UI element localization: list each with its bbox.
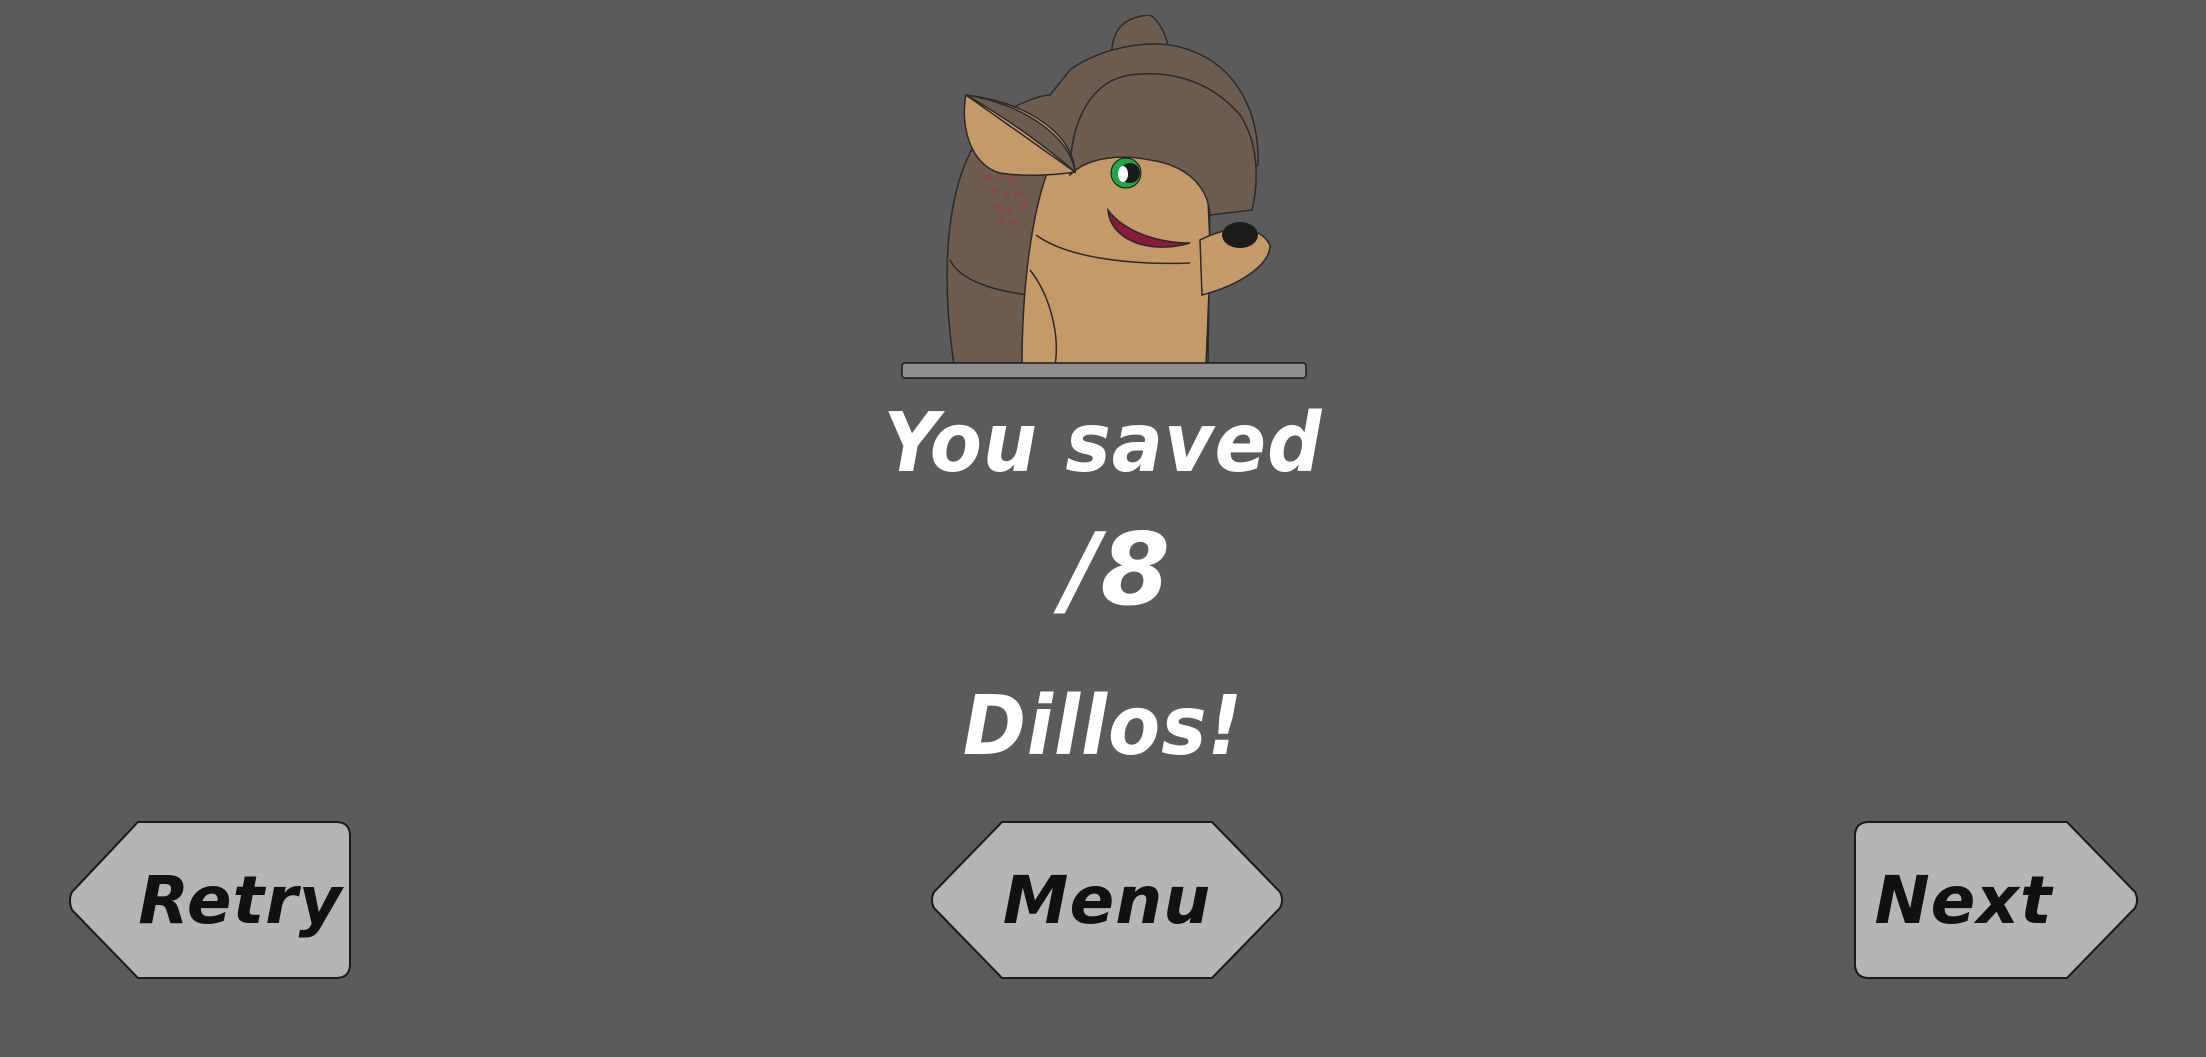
next-button[interactable]: Next bbox=[1853, 820, 2139, 980]
armadillo-mascot bbox=[901, 15, 1307, 379]
result-heading: You saved bbox=[883, 394, 1323, 491]
menu-button[interactable]: Menu bbox=[930, 820, 1284, 980]
level-complete-screen: You saved /8 Dillos! Retry Menu Next bbox=[0, 0, 2206, 1057]
menu-label: Menu bbox=[1002, 861, 1212, 939]
next-label: Next bbox=[1874, 861, 2053, 939]
retry-button[interactable]: Retry bbox=[68, 820, 353, 980]
retry-label: Retry bbox=[138, 861, 343, 939]
result-subheading: Dillos! bbox=[962, 677, 1244, 774]
saved-count-display: /8 bbox=[1062, 511, 1172, 628]
